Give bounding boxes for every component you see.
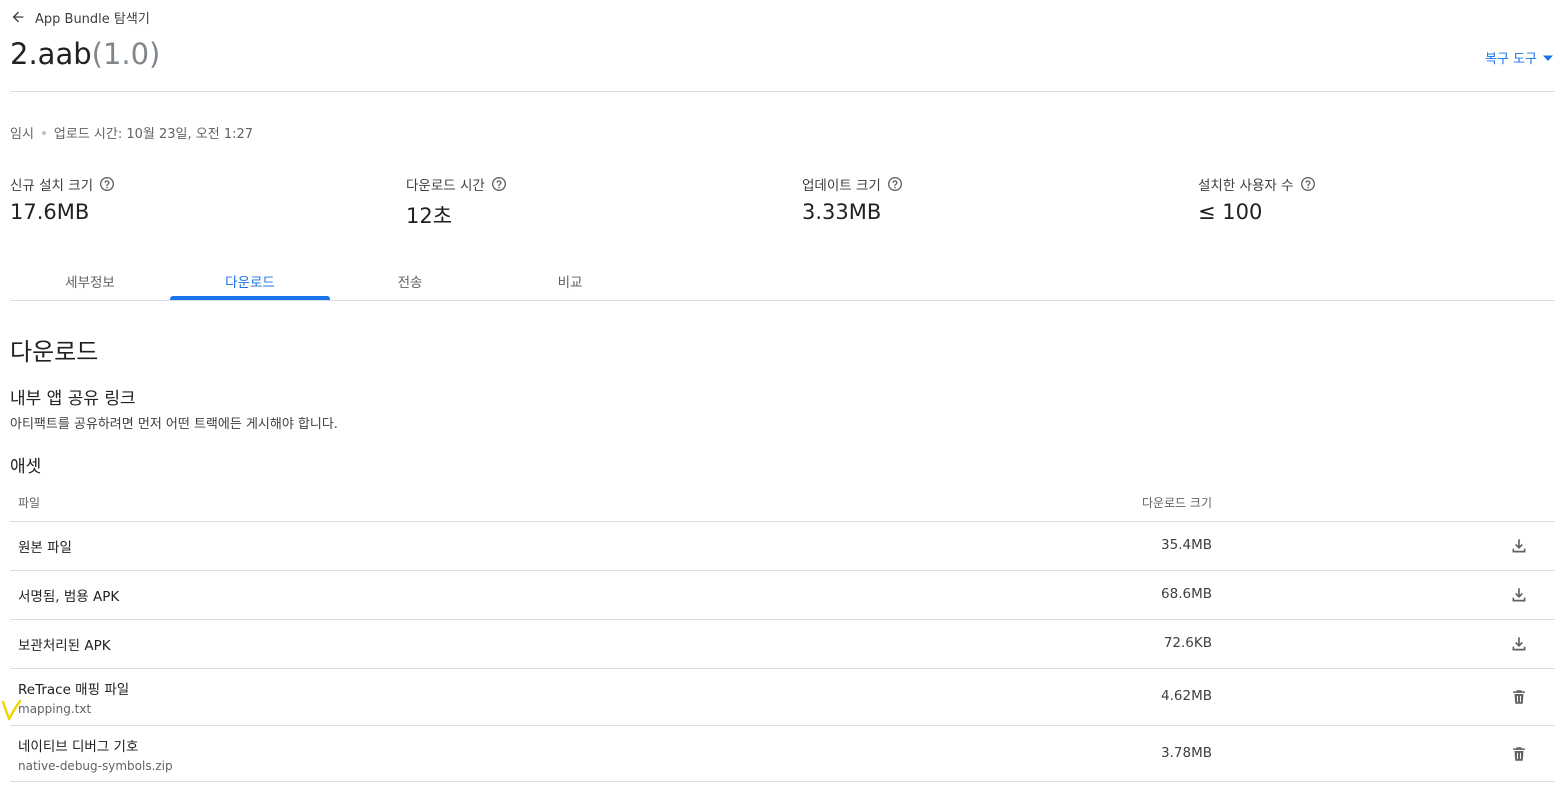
file-size: 72.6KB — [1163, 635, 1212, 651]
separator-dot — [41, 130, 46, 135]
recovery-tools-label: 복구 도구 — [1485, 52, 1537, 67]
stat-value: 17.6MB — [10, 200, 90, 224]
tab-bar: 세부정보 다운로드 전송 비교 — [10, 262, 650, 300]
page-title: 2.aab(1.0) — [10, 34, 160, 74]
table-row: 서명됨, 범용 APK 68.6MB — [10, 570, 1555, 619]
stat-label: 업데이트 크기 — [802, 178, 881, 194]
download-icon[interactable] — [1509, 585, 1529, 605]
file-size: 3.78MB — [1161, 745, 1212, 761]
caret-down-icon — [1543, 55, 1553, 61]
file-size: 35.4MB — [1161, 537, 1212, 553]
header-divider — [10, 91, 1555, 92]
stat-value: 12초 — [406, 204, 453, 228]
bundle-name: 2.aab — [10, 37, 92, 71]
section-title: 다운로드 — [10, 338, 99, 366]
file-subname: mapping.txt — [18, 702, 92, 716]
file-subname: native-debug-symbols.zip — [18, 759, 173, 773]
recovery-tools-dropdown[interactable]: 복구 도구 — [1485, 48, 1553, 67]
tab-delivery[interactable]: 전송 — [330, 262, 490, 300]
back-button[interactable]: App Bundle 탐색기 — [10, 7, 150, 27]
assets-heading: 애셋 — [10, 457, 42, 477]
stat-value: ≤ 100 — [1198, 200, 1263, 224]
file-size: 68.6MB — [1161, 586, 1212, 602]
stat-label: 다운로드 시간 — [406, 178, 485, 194]
download-icon[interactable] — [1509, 634, 1529, 654]
column-header-file: 파일 — [18, 496, 41, 510]
help-icon[interactable] — [1300, 176, 1316, 192]
file-size: 4.62MB — [1161, 688, 1212, 704]
file-name: 보관처리된 APK — [18, 638, 111, 654]
upload-time: 업로드 시간: 10월 23일, 오전 1:27 — [53, 127, 254, 142]
delete-icon[interactable] — [1509, 744, 1529, 764]
stat-label: 설치한 사용자 수 — [1198, 178, 1294, 194]
tab-details[interactable]: 세부정보 — [10, 262, 170, 300]
file-name: 서명됨, 범용 APK — [18, 589, 120, 605]
stat-label: 신규 설치 크기 — [10, 178, 94, 194]
back-label: App Bundle 탐색기 — [35, 11, 150, 27]
help-icon[interactable] — [887, 176, 903, 192]
checkmark-annotation-icon — [1, 699, 22, 721]
table-row: ReTrace 매핑 파일 mapping.txt 4.62MB — [10, 668, 1555, 725]
file-name: ReTrace 매핑 파일 — [18, 682, 130, 698]
arrow-back-icon — [12, 11, 24, 23]
table-row: 네이티브 디버그 기호 native-debug-symbols.zip 3.7… — [10, 725, 1555, 782]
bundle-version: (1.0) — [91, 37, 161, 71]
file-name: 원본 파일 — [18, 540, 72, 556]
tab-divider — [10, 300, 1555, 301]
file-name: 네이티브 디버그 기호 — [18, 739, 139, 755]
help-icon[interactable] — [99, 176, 115, 192]
stat-value: 3.33MB — [802, 200, 882, 224]
column-header-size: 다운로드 크기 — [1141, 496, 1212, 510]
delete-icon[interactable] — [1509, 687, 1529, 707]
stat-download-time: 다운로드 시간 12초 — [406, 174, 507, 230]
tab-downloads[interactable]: 다운로드 — [170, 262, 330, 300]
table-row: 원본 파일 35.4MB — [10, 521, 1555, 570]
tab-compare[interactable]: 비교 — [490, 262, 650, 300]
help-icon[interactable] — [491, 176, 507, 192]
stat-installs: 설치한 사용자 수 ≤ 100 — [1198, 174, 1316, 224]
download-icon[interactable] — [1509, 536, 1529, 556]
share-link-description: 아티팩트를 공유하려면 먼저 어떤 트랙에든 게시해야 합니다. — [10, 417, 338, 432]
share-link-heading: 내부 앱 공유 링크 — [10, 389, 136, 409]
stat-install-size: 신규 설치 크기 17.6MB — [10, 174, 115, 224]
table-row: 보관처리된 APK 72.6KB — [10, 619, 1555, 668]
release-status: 임시 업로드 시간: 10월 23일, 오전 1:27 — [10, 123, 253, 142]
track-status: 임시 — [10, 127, 34, 142]
stat-update-size: 업데이트 크기 3.33MB — [802, 174, 903, 224]
